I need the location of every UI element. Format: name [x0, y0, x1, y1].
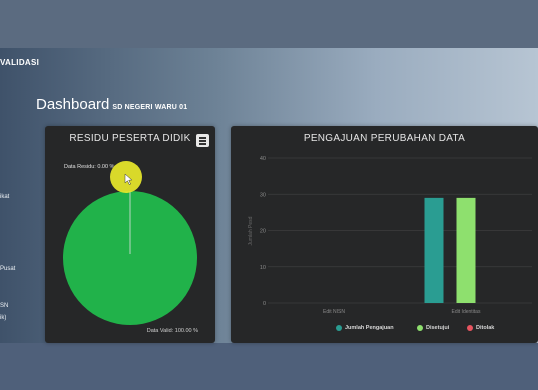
bar-jumlah-pengajuan[interactable] [424, 197, 444, 303]
bar-disetujui[interactable] [456, 197, 476, 303]
y-axis-label: Jumlah Pesd [248, 216, 254, 245]
legend-item-ditolak[interactable]: Ditolak [467, 325, 494, 331]
legend-item-disetujui[interactable]: Disetujui [417, 325, 449, 331]
y-tick-label: 40 [260, 156, 266, 162]
y-grid [268, 157, 532, 304]
legend-item-jumlah-pengajuan[interactable]: Jumlah Pengajuan [336, 325, 394, 331]
pie-label-residu: Data Residu: 0.00 % [64, 164, 115, 170]
x-axis-ticks: Edit NISN Edit Identitas [323, 309, 481, 315]
y-tick-label: 0 [263, 301, 266, 307]
legend-dot-icon [417, 325, 423, 331]
x-tick-label: Edit Identitas [452, 309, 481, 315]
legend-dot-icon [467, 325, 473, 331]
charts-layer: Data Residu: 0.00 % Data Valid: 100.00 %… [63, 156, 532, 334]
bars [424, 197, 476, 303]
y-tick-label: 20 [260, 229, 266, 235]
pie-label-valid: Data Valid: 100.00 % [147, 328, 198, 334]
legend-dot-icon [336, 325, 342, 331]
legend-label: Ditolak [476, 325, 495, 331]
y-axis-ticks: 0 10 20 30 40 [260, 156, 266, 307]
x-tick-label: Edit NISN [323, 309, 345, 315]
legend-label: Disetujui [426, 325, 450, 331]
y-tick-label: 10 [260, 265, 266, 271]
legend-label: Jumlah Pengajuan [345, 325, 394, 331]
y-tick-label: 30 [260, 192, 266, 198]
